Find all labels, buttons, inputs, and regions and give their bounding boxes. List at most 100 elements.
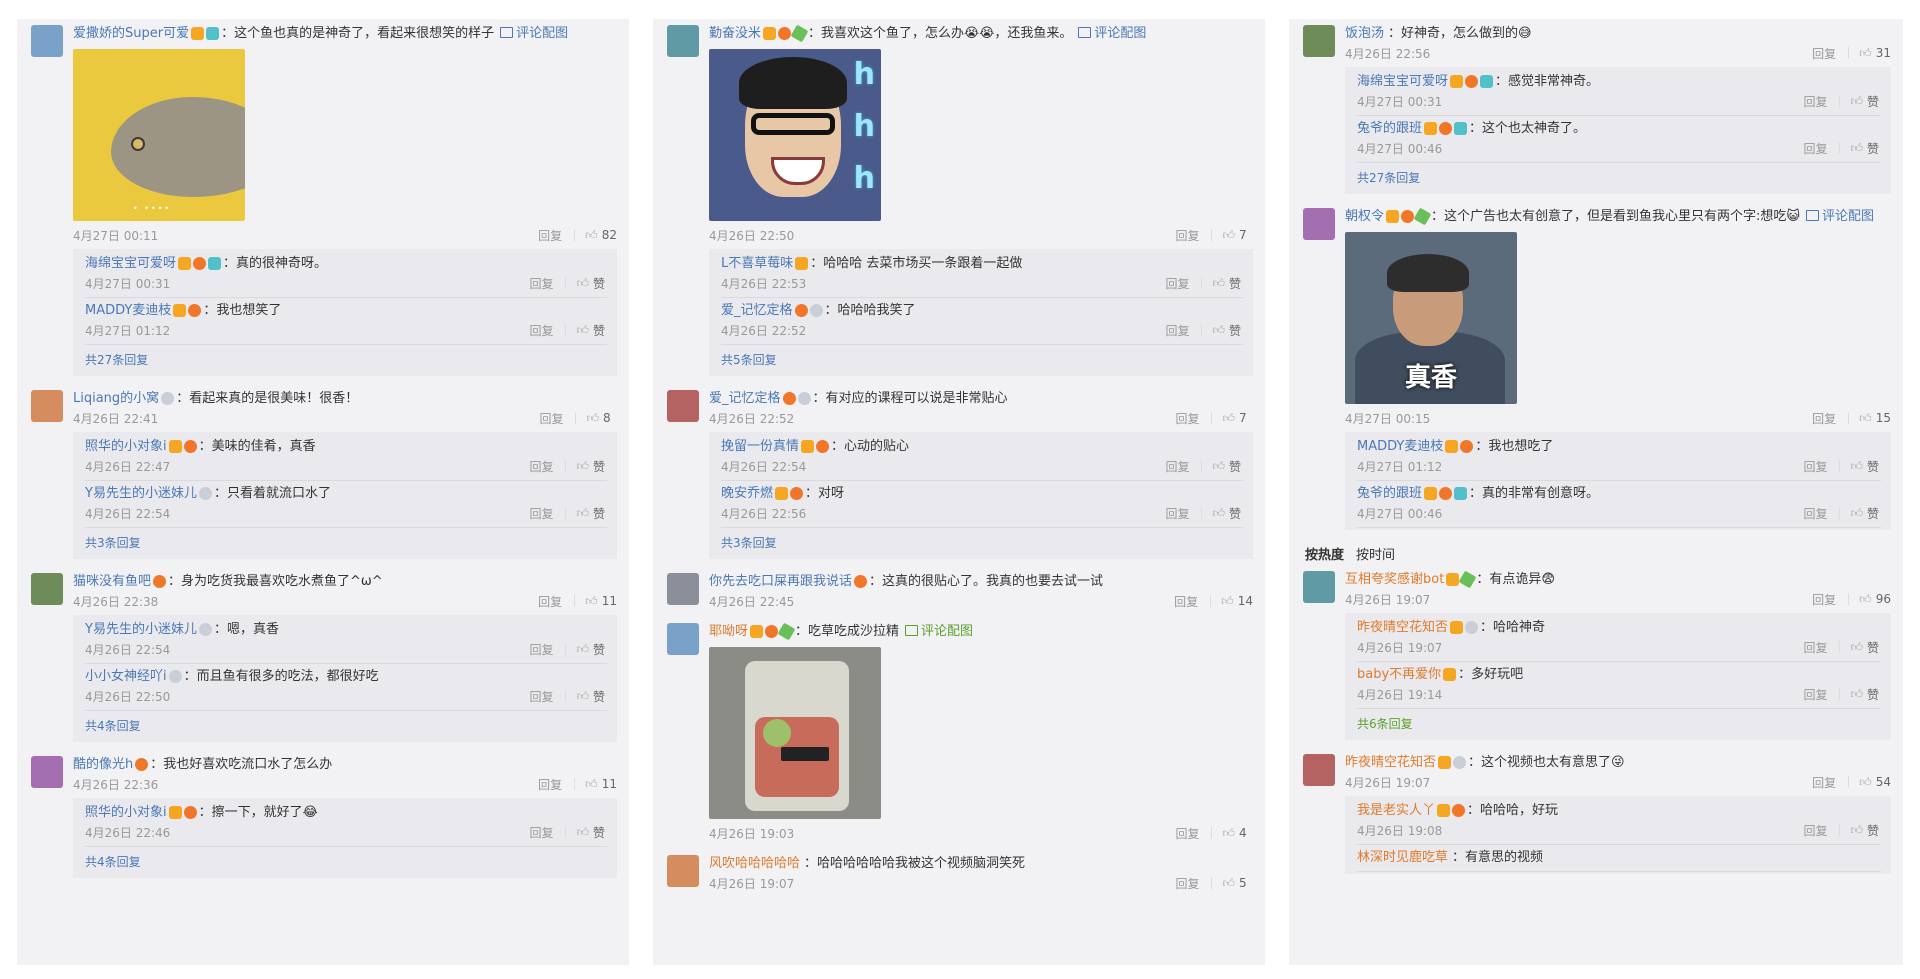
like-button[interactable]: 👍︎ 赞 (576, 641, 607, 658)
reply-button[interactable]: 回复 (1175, 410, 1199, 427)
username-link[interactable]: 耶呦呀 (709, 624, 748, 639)
comment-image-link[interactable]: 评论配图 (1805, 209, 1874, 224)
reply-username-link[interactable]: 爱_记忆定格 (721, 303, 793, 318)
reply-button[interactable]: 回复 (529, 275, 553, 292)
reply-button[interactable]: 回复 (1812, 410, 1836, 427)
like-button[interactable]: 👍︎ 赞 (1212, 275, 1243, 292)
like-button[interactable]: 👍︎ 赞 (1850, 686, 1881, 703)
avatar[interactable] (667, 573, 699, 605)
reply-button[interactable]: 回复 (529, 824, 553, 841)
like-button[interactable]: 👍︎ 96 (1859, 592, 1891, 607)
sort-by-time-tab[interactable]: 按时间 (1356, 548, 1395, 563)
like-button[interactable]: 👍︎ 82 (585, 228, 617, 243)
avatar[interactable] (1303, 754, 1335, 786)
avatar[interactable] (31, 756, 63, 788)
reply-username-link[interactable]: 兔爷的跟班 (1357, 121, 1422, 136)
like-button[interactable]: 👍︎ 11 (585, 594, 617, 609)
username-link[interactable]: 风吹哈哈哈哈哈 (709, 856, 800, 871)
reply-button[interactable]: 回复 (1165, 275, 1189, 292)
comment-image[interactable] (709, 647, 881, 819)
reply-button[interactable]: 回复 (538, 776, 562, 793)
comment-image-link[interactable]: 评论配图 (905, 624, 973, 639)
view-more-replies-link[interactable]: 共27条回复 (1357, 163, 1881, 192)
like-button[interactable]: 👍︎ 31 (1859, 46, 1891, 61)
reply-username-link[interactable]: baby不再爱你 (1357, 667, 1441, 682)
comment-image[interactable]: • •••• (73, 49, 245, 221)
reply-username-link[interactable]: Y易先生的小迷妹儿 (85, 622, 197, 637)
username-link[interactable]: 爱_记忆定格 (709, 391, 781, 406)
reply-username-link[interactable]: MADDY麦迪枝 (85, 303, 171, 318)
reply-username-link[interactable]: 海绵宝宝可爱呀 (85, 256, 176, 271)
avatar[interactable] (1303, 208, 1335, 240)
reply-button[interactable]: 回复 (539, 410, 563, 427)
reply-username-link[interactable]: 兔爷的跟班 (1357, 486, 1422, 501)
reply-button[interactable]: 回复 (1812, 45, 1836, 62)
avatar[interactable] (667, 855, 699, 887)
like-button[interactable]: 👍︎ 7 (1222, 228, 1253, 243)
reply-button[interactable]: 回复 (1803, 505, 1827, 522)
username-link[interactable]: 猫咪没有鱼吧 (73, 574, 151, 589)
reply-button[interactable]: 回复 (1803, 140, 1827, 157)
like-button[interactable]: 👍︎ 5 (1222, 876, 1253, 891)
username-link[interactable]: 互相夸奖感谢bot (1345, 572, 1444, 587)
view-more-replies-link[interactable]: 共27条回复 (85, 345, 607, 374)
view-more-replies-link[interactable]: 共4条回复 (85, 847, 607, 876)
comment-image[interactable]: hhh (709, 49, 881, 221)
reply-username-link[interactable]: MADDY麦迪枝 (1357, 439, 1443, 454)
reply-button[interactable]: 回复 (529, 641, 553, 658)
reply-username-link[interactable]: 挽留一份真情 (721, 439, 799, 454)
like-button[interactable]: 👍︎ 赞 (1212, 458, 1243, 475)
avatar[interactable] (667, 623, 699, 655)
like-button[interactable]: 👍︎ 赞 (576, 458, 607, 475)
avatar[interactable] (31, 25, 63, 57)
avatar[interactable] (667, 390, 699, 422)
reply-username-link[interactable]: 晚安乔燃 (721, 486, 773, 501)
reply-button[interactable]: 回复 (1175, 825, 1199, 842)
reply-username-link[interactable]: 昨夜晴空花知否 (1357, 620, 1448, 635)
avatar[interactable] (31, 390, 63, 422)
reply-button[interactable]: 回复 (1175, 227, 1199, 244)
username-link[interactable]: 勤奋没米 (709, 26, 761, 41)
like-button[interactable]: 👍︎ 赞 (1850, 639, 1881, 656)
like-button[interactable]: 👍︎ 7 (1222, 411, 1253, 426)
username-link[interactable]: 昨夜晴空花知否 (1345, 755, 1436, 770)
reply-button[interactable]: 回复 (1165, 458, 1189, 475)
like-button[interactable]: 👍︎ 14 (1221, 594, 1253, 609)
reply-button[interactable]: 回复 (1803, 639, 1827, 656)
reply-username-link[interactable]: 小小女神经吖i (85, 669, 167, 684)
like-button[interactable]: 👍︎ 赞 (576, 322, 607, 339)
reply-username-link[interactable]: 我是老实人丫 (1357, 803, 1435, 818)
like-button[interactable]: 👍︎ 赞 (576, 688, 607, 705)
reply-username-link[interactable]: Y易先生的小迷妹儿 (85, 486, 197, 501)
reply-button[interactable]: 回复 (1174, 593, 1198, 610)
like-button[interactable]: 👍︎ 赞 (1850, 93, 1881, 110)
reply-button[interactable]: 回复 (538, 227, 562, 244)
like-button[interactable]: 👍︎ 4 (1222, 826, 1253, 841)
reply-username-link[interactable]: 照华的小对象i (85, 439, 167, 454)
reply-username-link[interactable]: 林深时见鹿吃草 (1357, 850, 1448, 865)
view-more-replies-link[interactable]: 共4条回复 (85, 711, 607, 740)
comment-image-link[interactable]: 评论配图 (1078, 26, 1146, 41)
reply-button[interactable]: 回复 (529, 458, 553, 475)
like-button[interactable]: 👍︎ 赞 (1850, 822, 1881, 839)
avatar[interactable] (667, 25, 699, 57)
reply-button[interactable]: 回复 (529, 505, 553, 522)
like-button[interactable]: 👍︎ 赞 (1850, 458, 1881, 475)
like-button[interactable]: 👍︎ 赞 (576, 824, 607, 841)
reply-button[interactable]: 回复 (1803, 93, 1827, 110)
avatar[interactable] (1303, 25, 1335, 57)
like-button[interactable]: 👍︎ 赞 (1850, 140, 1881, 157)
reply-button[interactable]: 回复 (1165, 322, 1189, 339)
reply-button[interactable]: 回复 (1812, 591, 1836, 608)
like-button[interactable]: 👍︎ 54 (1859, 775, 1891, 790)
comment-image[interactable]: 真香 (1345, 232, 1517, 404)
comment-image-link[interactable]: 评论配图 (500, 26, 568, 41)
view-more-replies-link[interactable]: 共3条回复 (85, 528, 607, 557)
username-link[interactable]: Liqiang的小窝 (73, 391, 159, 406)
like-button[interactable]: 👍︎ 赞 (1850, 505, 1881, 522)
reply-button[interactable]: 回复 (529, 688, 553, 705)
like-button[interactable]: 👍︎ 赞 (1212, 505, 1243, 522)
reply-button[interactable]: 回复 (529, 322, 553, 339)
reply-button[interactable]: 回复 (1165, 505, 1189, 522)
like-button[interactable]: 👍︎ 赞 (576, 275, 607, 292)
